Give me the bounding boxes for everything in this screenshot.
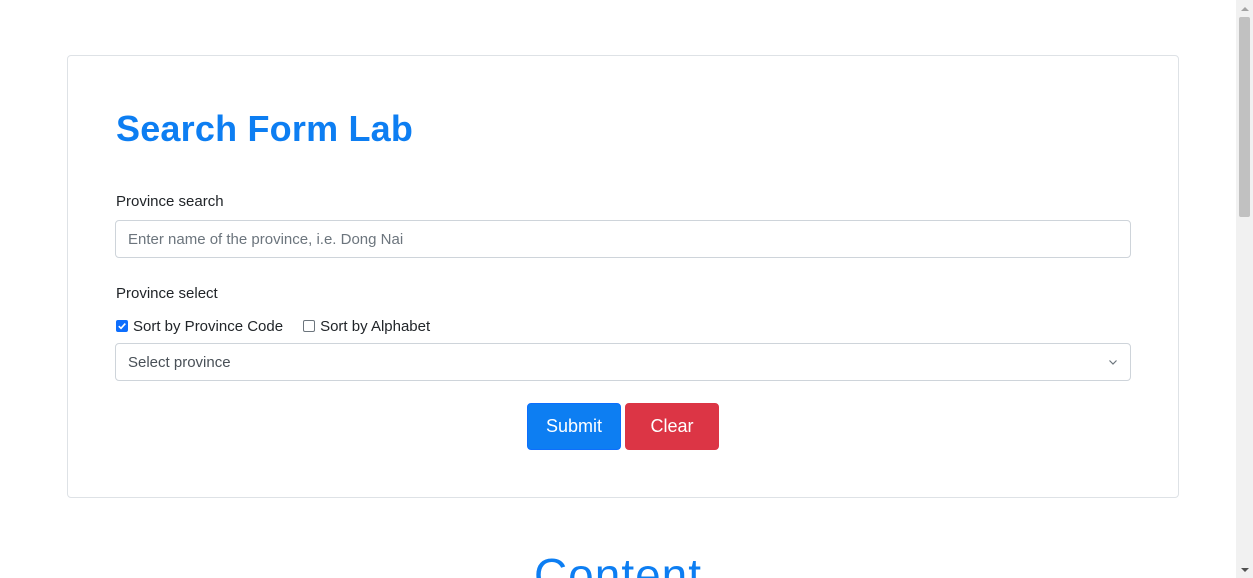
content-heading: Content <box>533 549 703 578</box>
scroll-down-arrow-icon[interactable] <box>1236 561 1253 578</box>
sort-by-alphabet-checkbox[interactable]: Sort by Alphabet <box>303 318 430 335</box>
scrollbar-thumb[interactable] <box>1239 17 1250 217</box>
province-select-value: Select province <box>128 353 231 371</box>
submit-button[interactable]: Submit <box>527 403 621 450</box>
checkbox-checked-icon[interactable] <box>116 320 128 332</box>
sort-by-alphabet-label: Sort by Alphabet <box>320 317 431 335</box>
page-title: Search Form Lab <box>116 108 414 149</box>
vertical-scrollbar[interactable] <box>1236 0 1253 578</box>
chevron-down-icon <box>1108 357 1118 367</box>
clear-button[interactable]: Clear <box>625 403 719 450</box>
province-select-label: Province select <box>116 285 218 302</box>
page: Search Form Lab Province search Province… <box>0 0 1236 578</box>
checkbox-unchecked-icon[interactable] <box>303 320 316 332</box>
sort-by-province-code-label: Sort by Province Code <box>133 317 284 335</box>
scroll-up-arrow-icon[interactable] <box>1236 0 1253 17</box>
province-select[interactable]: Select province <box>115 343 1131 381</box>
sort-by-province-code-checkbox[interactable]: Sort by Province Code <box>116 318 283 335</box>
sort-options: Sort by Province Code Sort by Alphabet <box>116 317 450 335</box>
province-search-label: Province search <box>116 193 224 210</box>
search-form-card: Search Form Lab Province search Province… <box>67 55 1179 498</box>
province-search-input[interactable] <box>115 220 1131 258</box>
